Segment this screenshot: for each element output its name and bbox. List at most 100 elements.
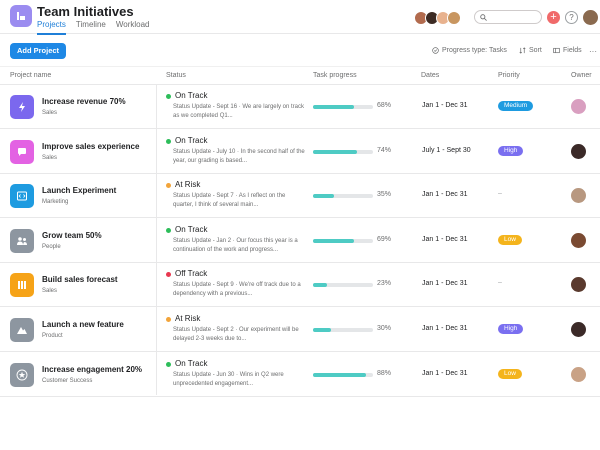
- tab-workload[interactable]: Workload: [116, 20, 150, 35]
- table-row[interactable]: Improve sales experience Sales On Track …: [0, 130, 600, 174]
- progress-fill: [313, 328, 331, 332]
- project-name[interactable]: Increase revenue 70%: [42, 97, 126, 106]
- owner-avatar[interactable]: [571, 143, 586, 159]
- help-button[interactable]: ?: [565, 11, 578, 24]
- project-name[interactable]: Launch Experiment: [42, 186, 116, 195]
- progress-percent: 35%: [377, 191, 392, 199]
- status-dot: [166, 272, 171, 278]
- column-project-name[interactable]: Project name: [10, 72, 51, 79]
- priority-badge[interactable]: High: [498, 324, 524, 334]
- project-team: Sales: [42, 110, 58, 116]
- priority-empty[interactable]: –: [498, 190, 502, 197]
- project-name[interactable]: Launch a new feature: [42, 320, 124, 329]
- sort-button[interactable]: Sort: [519, 47, 542, 54]
- status-label[interactable]: On Track: [175, 136, 207, 145]
- progress-fill: [313, 372, 366, 377]
- fields-icon: [553, 47, 560, 54]
- project-dates[interactable]: Jan 1 - Dec 31: [422, 280, 468, 287]
- column-dates[interactable]: Dates: [421, 72, 439, 79]
- table-row[interactable]: Launch a new feature Product At Risk Sta…: [0, 308, 600, 352]
- search-input[interactable]: [474, 10, 542, 24]
- owner-avatar[interactable]: [571, 188, 586, 204]
- column-priority[interactable]: Priority: [498, 72, 520, 79]
- status-update-text[interactable]: Status Update - Sept 16 · We are largely…: [173, 103, 305, 121]
- create-button[interactable]: +: [547, 11, 560, 24]
- priority-empty[interactable]: –: [498, 279, 502, 286]
- project-icon: [10, 318, 34, 342]
- fields-label: Fields: [563, 47, 582, 54]
- project-dates[interactable]: Jan 1 - Dec 31: [422, 236, 468, 243]
- status-update-text[interactable]: Status Update - Jun 30 · Wins in Q2 were…: [173, 371, 305, 389]
- progress-bar: [313, 238, 373, 243]
- owner-avatar[interactable]: [571, 366, 586, 382]
- table-row[interactable]: Increase engagement 20% Customer Success…: [0, 353, 600, 397]
- status-update-text[interactable]: Status Update - July 10 · In the second …: [173, 148, 305, 166]
- project-name[interactable]: Build sales forecast: [42, 275, 118, 284]
- search-icon: [480, 14, 487, 21]
- status-update-text[interactable]: Status Update - Sept 2 · Our experiment …: [173, 326, 305, 344]
- owner-avatar[interactable]: [571, 322, 586, 337]
- project-dates[interactable]: Jan 1 - Dec 31: [422, 191, 468, 198]
- project-name[interactable]: Increase engagement 20%: [42, 365, 142, 374]
- column-status[interactable]: Status: [166, 72, 186, 79]
- status-dot: [166, 183, 171, 189]
- column-owner[interactable]: Owner: [571, 72, 592, 79]
- progress-percent: 69%: [377, 235, 392, 243]
- progress-fill: [313, 283, 327, 288]
- owner-avatar[interactable]: [571, 232, 586, 248]
- priority-badge[interactable]: Medium: [498, 101, 534, 111]
- status-label[interactable]: On Track: [175, 225, 207, 234]
- project-team: Product: [42, 333, 63, 339]
- status-label[interactable]: Off Track: [175, 269, 207, 278]
- more-options-button[interactable]: ···: [589, 47, 597, 56]
- status-update-text[interactable]: Status Update - Sept 7 · As I reflect on…: [173, 192, 305, 210]
- table-row[interactable]: Launch Experiment Marketing At Risk Stat…: [0, 174, 600, 219]
- list-icon: [17, 12, 25, 20]
- progress-percent: 74%: [377, 146, 392, 154]
- status-update-text[interactable]: Status Update - Sept 9 · We're off track…: [173, 281, 305, 299]
- status-update-text[interactable]: Status Update - Jan 2 · Our focus this y…: [173, 237, 305, 255]
- progress-bar: [313, 194, 373, 199]
- progress-percent: 30%: [377, 325, 392, 332]
- project-name[interactable]: Grow team 50%: [42, 231, 102, 240]
- priority-badge[interactable]: Low: [498, 368, 522, 379]
- table-header: Project name Status Task progress Dates …: [0, 66, 600, 85]
- app-icon[interactable]: [10, 5, 32, 27]
- status-dot: [166, 361, 171, 367]
- table-row[interactable]: Build sales forecast Sales Off Track Sta…: [0, 263, 600, 308]
- column-task-progress[interactable]: Task progress: [313, 72, 357, 79]
- star-icon: [16, 369, 28, 381]
- view-tabs: Projects Timeline Workload: [37, 20, 150, 35]
- tab-timeline[interactable]: Timeline: [76, 20, 106, 35]
- owner-avatar[interactable]: [571, 99, 586, 114]
- progress-fill: [313, 194, 334, 199]
- status-dot: [166, 94, 171, 99]
- project-dates[interactable]: Jan 1 - Dec 31: [422, 370, 468, 377]
- table-row[interactable]: Grow team 50% People On Track Status Upd…: [0, 219, 600, 263]
- tab-projects[interactable]: Projects: [37, 20, 66, 35]
- project-name[interactable]: Improve sales experience: [42, 142, 139, 151]
- status-label[interactable]: On Track: [175, 359, 207, 368]
- chat-icon: [18, 147, 26, 156]
- table-row[interactable]: Increase revenue 70% Sales On Track Stat…: [0, 85, 600, 129]
- add-project-button[interactable]: Add Project: [10, 43, 66, 59]
- status-label[interactable]: At Risk: [175, 314, 200, 323]
- progress-type-button[interactable]: Progress type: Tasks: [432, 47, 507, 54]
- fields-button[interactable]: Fields: [553, 47, 582, 54]
- user-avatar[interactable]: [583, 10, 598, 25]
- priority-badge[interactable]: Low: [498, 234, 522, 245]
- project-team: Marketing: [42, 199, 69, 206]
- project-team: Customer Success: [42, 377, 93, 384]
- project-icon: [10, 139, 34, 164]
- member-avatars[interactable]: [414, 11, 461, 25]
- priority-badge[interactable]: High: [498, 145, 524, 156]
- columns-icon: [18, 281, 26, 290]
- project-dates[interactable]: July 1 - Sept 30: [422, 147, 471, 154]
- status-label[interactable]: On Track: [175, 91, 207, 100]
- sort-label: Sort: [529, 47, 542, 54]
- project-dates[interactable]: Jan 1 - Dec 31: [422, 325, 468, 332]
- status-label[interactable]: At Risk: [175, 180, 200, 189]
- avatar: [447, 11, 461, 25]
- project-dates[interactable]: Jan 1 - Dec 31: [422, 102, 468, 109]
- owner-avatar[interactable]: [571, 277, 586, 293]
